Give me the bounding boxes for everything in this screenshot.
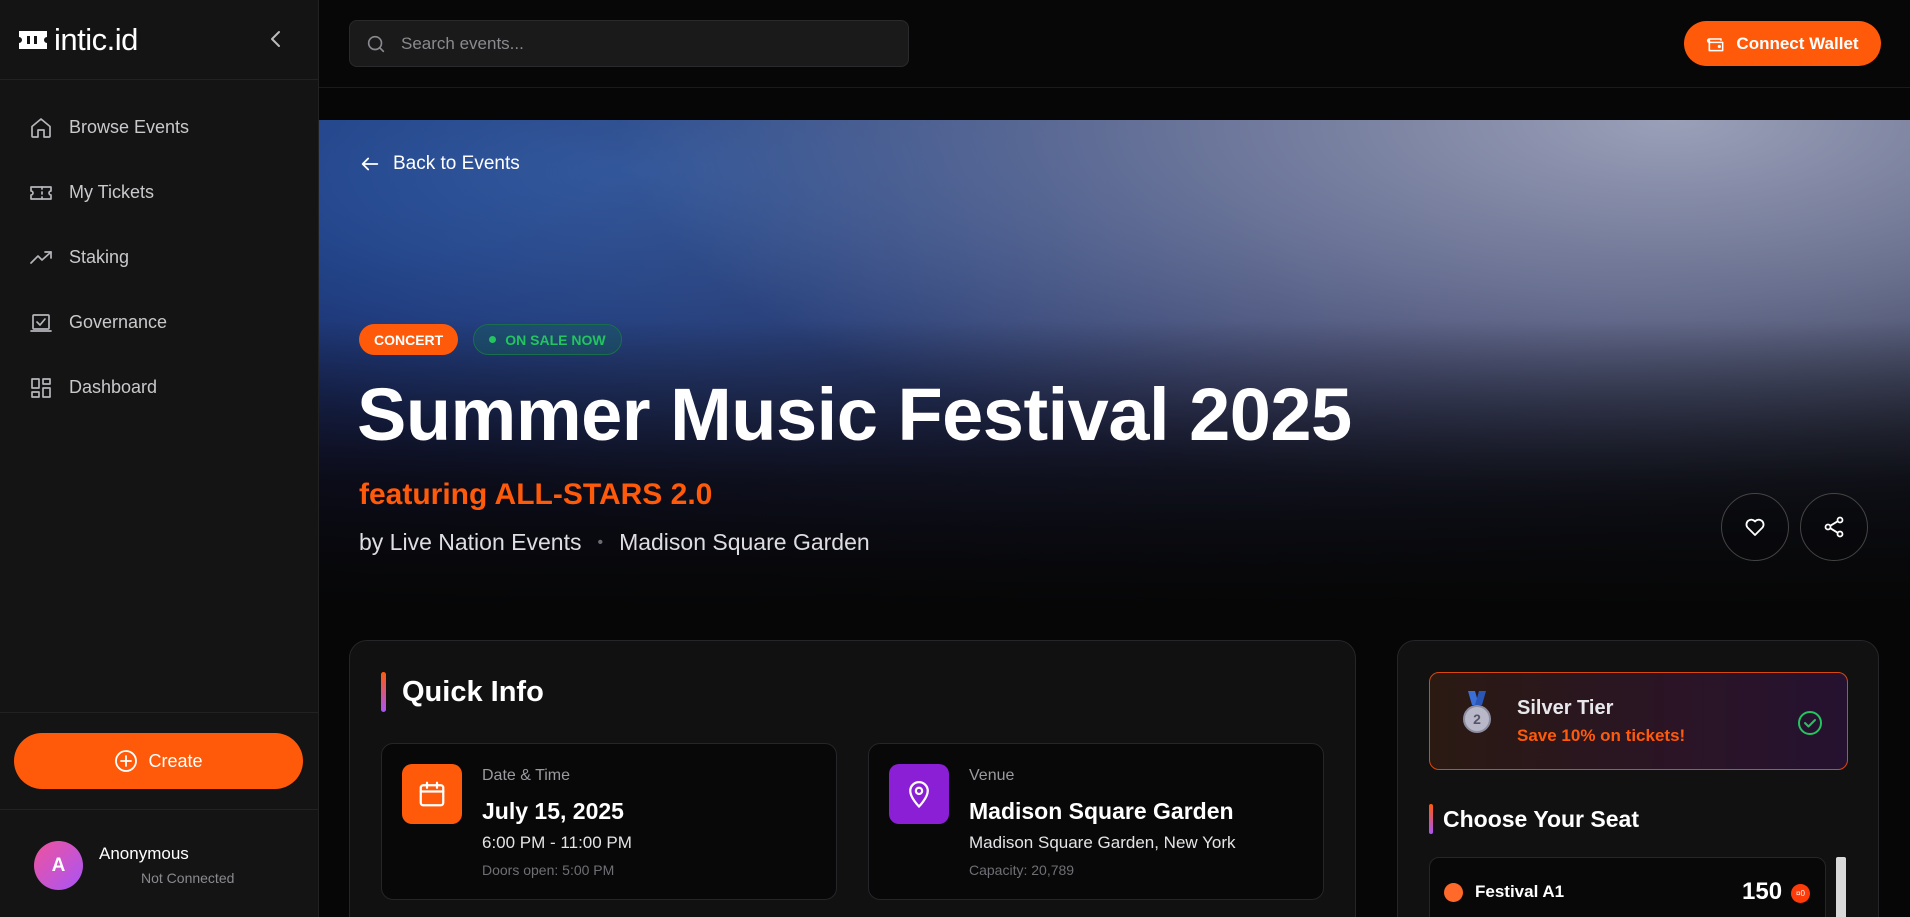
currency-icon: ¤0 xyxy=(1791,884,1810,903)
seat-name: Festival A1 xyxy=(1475,882,1565,901)
seat-color-dot xyxy=(1444,883,1463,902)
search-input[interactable] xyxy=(401,33,881,54)
share-icon xyxy=(1824,516,1844,538)
search-icon xyxy=(367,35,385,52)
accent-bar xyxy=(381,672,386,712)
quick-info-title: Quick Info xyxy=(402,675,544,708)
event-time: 6:00 PM - 11:00 PM xyxy=(482,833,632,852)
meta-separator: • xyxy=(597,533,604,551)
brand-name: intic.id xyxy=(54,21,138,57)
dashboard-icon xyxy=(31,377,51,398)
sidebar-item-label: Staking xyxy=(69,247,130,267)
ticket-icon xyxy=(30,185,52,200)
user-name: Anonymous xyxy=(99,844,189,863)
accent-bar xyxy=(1429,804,1433,834)
sidebar: intic.id Browse Events My Tickets Stakin… xyxy=(0,0,319,917)
back-to-events-link[interactable]: Back to Events xyxy=(359,153,520,175)
date-time-label: Date & Time xyxy=(482,767,571,784)
status-dot xyxy=(489,336,497,343)
sidebar-item-label: Dashboard xyxy=(69,377,158,397)
trending-up-icon xyxy=(30,250,52,264)
quick-info-card: Quick Info Date & Time July 15, 2025 6:0… xyxy=(349,640,1356,917)
user-status: Not Connected xyxy=(141,870,235,886)
seat-list-scrollbar[interactable] xyxy=(1836,857,1846,917)
search-box[interactable] xyxy=(349,20,909,67)
chevron-left-icon xyxy=(271,31,280,47)
tier-banner: 2 Silver Tier Save 10% on tickets! xyxy=(1429,672,1848,770)
home-icon xyxy=(31,117,51,138)
event-featuring: featuring ALL-STARS 2.0 xyxy=(359,478,713,511)
venue-label: Venue xyxy=(969,767,1015,784)
ticket-purchase-card: 2 Silver Tier Save 10% on tickets! Choos… xyxy=(1397,640,1879,917)
seat-option-festival-a1[interactable]: Festival A1 150 ¤0 xyxy=(1429,857,1826,917)
event-hero: Back to Events CONCERT ON SALE NOW Summe… xyxy=(319,120,1910,620)
sidebar-item-staking[interactable]: Staking xyxy=(0,225,318,290)
avatar: A xyxy=(34,841,83,890)
create-button[interactable]: Create xyxy=(14,733,303,789)
status-badge: ON SALE NOW xyxy=(473,324,622,355)
user-profile[interactable]: A Anonymous Not Connected xyxy=(0,809,319,917)
choose-seat-title: Choose Your Seat xyxy=(1443,805,1639,832)
sidebar-item-label: Governance xyxy=(69,312,168,332)
sidebar-nav: Browse Events My Tickets Staking Governa… xyxy=(0,80,318,420)
category-badge: CONCERT xyxy=(359,324,459,355)
choose-seat-header: Choose Your Seat xyxy=(1429,804,1639,834)
calendar-icon xyxy=(419,781,445,807)
topbar: Connect Wallet xyxy=(319,0,1910,88)
event-title: Summer Music Festival 2025 xyxy=(357,373,1352,456)
share-button[interactable] xyxy=(1800,493,1868,561)
plus-circle-icon xyxy=(115,750,138,772)
event-date: July 15, 2025 xyxy=(482,798,624,824)
connect-wallet-label: Connect Wallet xyxy=(1736,33,1859,53)
wallet-icon xyxy=(1707,37,1724,51)
seat-price: 150 xyxy=(1742,878,1783,905)
status-badge-label: ON SALE NOW xyxy=(505,331,606,348)
tier-name: Silver Tier xyxy=(1517,697,1614,719)
heart-icon xyxy=(1745,518,1765,536)
sidebar-item-governance[interactable]: Governance xyxy=(0,290,318,355)
collapse-sidebar-button[interactable] xyxy=(266,27,286,51)
check-circle-icon xyxy=(1798,711,1822,735)
favorite-button[interactable] xyxy=(1721,493,1789,561)
sidebar-item-label: My Tickets xyxy=(69,182,155,202)
sidebar-item-label: Browse Events xyxy=(69,117,190,137)
sidebar-footer: Create A Anonymous Not Connected xyxy=(0,712,319,890)
doors-open: Doors open: 5:00 PM xyxy=(482,862,615,878)
medal-number: 2 xyxy=(1473,711,1481,727)
map-pin-icon xyxy=(909,781,929,809)
venue-name: Madison Square Garden xyxy=(969,798,1234,824)
date-time-box: Date & Time July 15, 2025 6:00 PM - 11:0… xyxy=(381,743,837,900)
create-label: Create xyxy=(148,750,203,771)
medal-icon: 2 xyxy=(1463,691,1491,733)
sidebar-item-dashboard[interactable]: Dashboard xyxy=(0,355,318,420)
brand-header: intic.id xyxy=(0,0,318,80)
venue-capacity: Capacity: 20,789 xyxy=(969,862,1075,878)
calendar-icon-tile xyxy=(402,764,462,824)
venue-box: Venue Madison Square Garden Madison Squa… xyxy=(868,743,1324,900)
connect-wallet-button[interactable]: Connect Wallet xyxy=(1684,21,1881,66)
event-organizer: by Live Nation Events xyxy=(359,529,582,555)
ticket-logo-icon xyxy=(19,30,47,49)
vote-icon xyxy=(30,313,52,332)
map-pin-icon-tile xyxy=(889,764,949,824)
event-venue: Madison Square Garden xyxy=(619,529,870,555)
event-meta: by Live Nation Events • Madison Square G… xyxy=(359,529,870,556)
quick-info-header: Quick Info xyxy=(381,672,544,712)
app-root: intic.id Browse Events My Tickets Stakin… xyxy=(0,0,1910,917)
event-badges: CONCERT ON SALE NOW xyxy=(359,324,622,355)
back-label: Back to Events xyxy=(393,153,520,174)
sidebar-item-my-tickets[interactable]: My Tickets xyxy=(0,160,318,225)
venue-address: Madison Square Garden, New York xyxy=(969,833,1236,852)
arrow-left-icon xyxy=(361,157,379,171)
sidebar-item-browse-events[interactable]: Browse Events xyxy=(0,95,318,160)
tier-saving: Save 10% on tickets! xyxy=(1517,726,1686,745)
